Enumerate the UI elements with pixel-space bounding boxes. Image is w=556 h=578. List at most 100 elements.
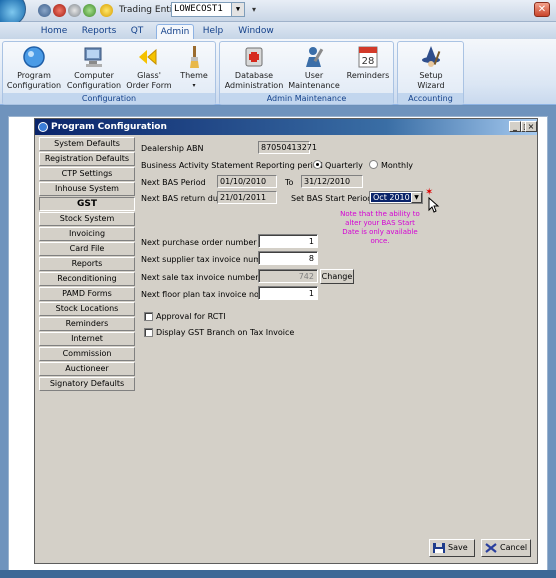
group-label-configuration: Configuration bbox=[3, 93, 215, 104]
floor-plan-label: Next floor plan tax invoice no bbox=[141, 290, 259, 299]
back-icon[interactable] bbox=[38, 4, 51, 17]
floppy-disk-icon bbox=[433, 543, 445, 553]
sidebar-item-stock-system[interactable]: Stock System bbox=[39, 212, 135, 226]
gst-settings-panel: Dealership ABN 87050413271 Business Acti… bbox=[137, 137, 535, 543]
setup-wizard-label-2: Wizard bbox=[417, 81, 445, 90]
next-bas-period-label: Next BAS Period bbox=[141, 178, 206, 187]
minimize-icon[interactable]: _ bbox=[509, 121, 521, 132]
rcti-checkbox[interactable] bbox=[144, 312, 153, 321]
quarterly-label: Quarterly bbox=[325, 161, 363, 170]
monthly-label: Monthly bbox=[381, 161, 414, 170]
po-label: Next purchase order number bbox=[141, 238, 257, 247]
computer-configuration-label-1: Computer bbox=[74, 71, 114, 80]
sidebar-item-gst[interactable]: GST bbox=[39, 197, 135, 211]
cancel-x-icon bbox=[485, 543, 497, 553]
setup-wizard-label-1: Setup bbox=[419, 71, 443, 80]
sidebar-item-card-file[interactable]: Card File bbox=[39, 242, 135, 256]
tab-window[interactable]: Window bbox=[236, 24, 276, 39]
theme-button[interactable]: Theme ▾ bbox=[175, 45, 213, 91]
sidebar-item-system-defaults[interactable]: System Defaults bbox=[39, 137, 135, 151]
next-bas-due-label: Next BAS return due bbox=[141, 194, 223, 203]
supplier-invoice-input[interactable]: 8 bbox=[258, 251, 318, 265]
sidebar-item-signatory-defaults[interactable]: Signatory Defaults bbox=[39, 377, 135, 391]
customize-toolbar-icon[interactable]: ▾ bbox=[252, 5, 256, 14]
next-bas-due: 21/01/2011 bbox=[217, 191, 277, 204]
program-configuration-button[interactable]: Program Configuration bbox=[5, 45, 63, 91]
dialog-close-icon[interactable]: × bbox=[525, 121, 537, 132]
reminders-button[interactable]: 28 Reminders bbox=[344, 45, 392, 81]
config-sidebar: System Defaults Registration Defaults CT… bbox=[39, 137, 135, 543]
database-administration-label-1: Database bbox=[234, 71, 274, 80]
database-icon bbox=[245, 47, 263, 67]
quick-access-toolbar: Trading Entity LOWECOST1 ▼ ▾ ✕ bbox=[0, 0, 556, 26]
abn-label: Dealership ABN bbox=[141, 144, 204, 153]
sidebar-item-invoicing[interactable]: Invoicing bbox=[39, 227, 135, 241]
sidebar-item-pamd-forms[interactable]: PAMD Forms bbox=[39, 287, 135, 301]
close-icon[interactable]: ✕ bbox=[534, 2, 550, 17]
sidebar-item-internet[interactable]: Internet bbox=[39, 332, 135, 346]
setup-wizard-button[interactable]: Setup Wizard bbox=[402, 45, 460, 91]
stack-icon[interactable] bbox=[68, 4, 81, 17]
sidebar-item-auctioneer[interactable]: Auctioneer bbox=[39, 362, 135, 376]
po-number-input[interactable]: 1 bbox=[258, 234, 318, 248]
rcti-label: Approval for RCTI bbox=[156, 312, 226, 321]
sidebar-item-commission[interactable]: Commission bbox=[39, 347, 135, 361]
app-icon bbox=[38, 122, 48, 132]
gst-branch-checkbox[interactable] bbox=[144, 328, 153, 337]
car-icon[interactable] bbox=[53, 4, 66, 17]
save-button[interactable]: Save bbox=[429, 539, 475, 557]
theme-label: Theme bbox=[180, 71, 208, 80]
tab-admin[interactable]: Admin bbox=[156, 24, 194, 39]
monthly-radio[interactable] bbox=[369, 160, 378, 169]
program-configuration-label-1: Program bbox=[17, 71, 51, 80]
sidebar-item-registration-defaults[interactable]: Registration Defaults bbox=[39, 152, 135, 166]
change-button[interactable]: Change bbox=[320, 269, 354, 284]
cancel-button[interactable]: Cancel bbox=[481, 539, 531, 557]
set-start-label: Set BAS Start Period bbox=[291, 194, 373, 203]
ribbon-group-admin-maintenance: Database Administration User Maintenance… bbox=[219, 41, 394, 105]
computer-configuration-button[interactable]: Computer Configuration bbox=[65, 45, 123, 91]
window-bottom-border bbox=[0, 570, 556, 578]
mouse-cursor-icon bbox=[428, 197, 440, 213]
chevron-down-icon[interactable]: ▼ bbox=[231, 3, 244, 16]
tab-home[interactable]: Home bbox=[38, 24, 70, 39]
reminders-label: Reminders bbox=[346, 71, 390, 80]
trading-entity-select[interactable]: LOWECOST1 ▼ bbox=[171, 2, 245, 17]
sidebar-item-reports[interactable]: Reports bbox=[39, 257, 135, 271]
tab-help[interactable]: Help bbox=[200, 24, 226, 39]
sidebar-item-reminders[interactable]: Reminders bbox=[39, 317, 135, 331]
group-label-accounting-setup: Accounting Setup bbox=[398, 93, 463, 114]
gst-branch-label: Display GST Branch on Tax Invoice bbox=[156, 328, 295, 337]
user-icon bbox=[306, 47, 324, 67]
floor-plan-input[interactable]: 1 bbox=[258, 286, 318, 300]
sale-invoice-label: Next sale tax invoice number bbox=[141, 273, 259, 282]
sidebar-item-inhouse-system[interactable]: Inhouse System bbox=[39, 182, 135, 196]
sidebar-item-reconditioning[interactable]: Reconditioning bbox=[39, 272, 135, 286]
quarterly-radio[interactable] bbox=[313, 160, 322, 169]
sidebar-item-ctp-settings[interactable]: CTP Settings bbox=[39, 167, 135, 181]
tools-icon[interactable] bbox=[83, 4, 96, 17]
ribbon-group-accounting-setup: Setup Wizard Accounting Setup bbox=[397, 41, 464, 114]
glass-order-form-label-1: Glass' bbox=[137, 71, 161, 80]
computer-icon bbox=[84, 47, 102, 67]
next-bas-from: 01/10/2010 bbox=[217, 175, 277, 188]
tab-qt[interactable]: QT bbox=[126, 24, 148, 39]
glass-logo-icon bbox=[139, 48, 157, 66]
calendar-icon: 28 bbox=[358, 46, 378, 68]
chevron-down-icon: ▾ bbox=[192, 82, 196, 89]
glass-order-form-button[interactable]: Glass' Order Form bbox=[125, 45, 173, 91]
bas-start-period-select[interactable]: Oct 2010 ▼ bbox=[369, 191, 423, 204]
save-label: Save bbox=[448, 543, 468, 552]
chevron-down-icon[interactable]: ▼ bbox=[411, 192, 422, 203]
smiley-icon[interactable] bbox=[100, 4, 113, 17]
abn-value: 87050413271 bbox=[258, 141, 317, 154]
to-label: To bbox=[285, 178, 294, 187]
bas-period-label: Business Activity Statement Reporting pe… bbox=[141, 161, 323, 170]
dialog-title-bar[interactable]: Program Configuration _ □ × bbox=[35, 119, 537, 135]
user-maintenance-button[interactable]: User Maintenance bbox=[286, 45, 342, 91]
computer-configuration-label-2: Configuration bbox=[66, 81, 122, 90]
tab-reports[interactable]: Reports bbox=[80, 24, 118, 39]
sidebar-item-stock-locations[interactable]: Stock Locations bbox=[39, 302, 135, 316]
database-administration-button[interactable]: Database Administration bbox=[222, 45, 286, 91]
app-window: Trading Entity LOWECOST1 ▼ ▾ ✕ Home Repo… bbox=[0, 0, 556, 578]
